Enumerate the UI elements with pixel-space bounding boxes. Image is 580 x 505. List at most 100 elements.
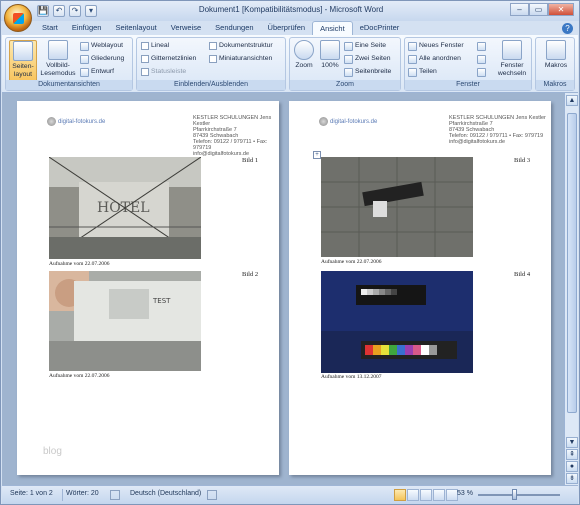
help-icon[interactable]: ? <box>562 23 573 34</box>
proofing-icon[interactable] <box>110 490 120 500</box>
lineal-checkbox[interactable]: Lineal <box>141 41 169 51</box>
previous-page-button[interactable]: ⇞ <box>566 449 578 460</box>
alle-anordnen-button[interactable]: Alle anordnen <box>408 54 461 64</box>
view-outline-icon[interactable] <box>433 489 445 501</box>
macro-record-icon[interactable] <box>207 490 217 500</box>
browse-object-button[interactable]: ● <box>566 461 578 472</box>
zoom-button[interactable]: Zoom <box>292 40 316 82</box>
photo-bild-2[interactable]: TEST <box>49 271 201 371</box>
seitenlayout-button[interactable]: Seiten- layout <box>9 40 37 82</box>
eine-seite-button[interactable]: Eine Seite <box>344 41 386 51</box>
view-web-layout-icon[interactable] <box>420 489 432 501</box>
scroll-down-button[interactable]: ▼ <box>566 437 578 448</box>
teilen-button[interactable]: Teilen <box>408 67 437 77</box>
seitenlayout-label-2: layout <box>13 71 33 78</box>
hundert-prozent-button[interactable]: 100% <box>318 40 342 82</box>
miniaturansichten-label: Miniaturansichten <box>219 55 273 62</box>
tab-start[interactable]: Start <box>35 21 65 35</box>
redo-icon[interactable]: ↷ <box>69 5 81 17</box>
close-button[interactable]: ✕ <box>548 3 574 16</box>
statusleiste-check[interactable] <box>141 68 149 76</box>
gitternetzlinien-check[interactable] <box>141 55 149 63</box>
view-full-screen-icon[interactable] <box>407 489 419 501</box>
side-by-side-button[interactable] <box>477 41 486 51</box>
fenster-wechseln-label-1: Fenster <box>500 62 524 69</box>
page-1: digital-fotokurs.de KESTLER SCHULUNGEN J… <box>17 101 279 475</box>
header-address: KESTLER SCHULUNGEN Jens Kestler Pfarrkir… <box>193 115 279 157</box>
weblayout-button[interactable]: Weblayout <box>80 41 123 51</box>
scrollbar-thumb[interactable] <box>567 113 577 413</box>
statusleiste-label: Statusleiste <box>151 68 187 75</box>
entwurf-button[interactable]: Entwurf <box>80 67 114 77</box>
zoom-slider[interactable] <box>478 494 560 496</box>
new-window-icon <box>408 41 417 51</box>
zoom-level[interactable]: 53 % <box>457 490 473 497</box>
miniaturansichten-check[interactable] <box>209 55 217 63</box>
bild-1-label: Bild 1 <box>242 157 259 164</box>
window-title: Dokument1 [Kompatibilitätsmodus] - Micro… <box>198 5 384 14</box>
dokumentstruktur-checkbox[interactable]: Dokumentstruktur <box>209 41 273 51</box>
bild-4-caption: Aufnahme vom 13.12.2007 <box>321 374 382 380</box>
group-label-fenster: Fenster <box>405 80 531 90</box>
arrange-all-icon <box>408 54 417 64</box>
lineal-check[interactable] <box>141 42 149 50</box>
reset-position-button[interactable] <box>477 67 486 77</box>
seitenbreite-label: Seitenbreite <box>355 68 392 75</box>
switch-windows-icon <box>502 40 522 60</box>
group-label-dokumentansichten: Dokumentansichten <box>6 80 132 90</box>
office-button[interactable] <box>4 4 32 32</box>
page-width-icon <box>344 67 353 77</box>
dokumentstruktur-label: Dokumentstruktur <box>219 42 273 49</box>
zoom-slider-knob[interactable] <box>512 489 517 500</box>
statusleiste-checkbox[interactable]: Statusleiste <box>141 67 186 77</box>
tab-seitenlayout[interactable]: Seitenlayout <box>108 21 163 35</box>
dokumentstruktur-check[interactable] <box>209 42 217 50</box>
window-controls: – ▭ ✕ <box>510 3 574 16</box>
photo-bild-1[interactable]: HOTEL <box>49 157 201 259</box>
sync-scroll-button[interactable] <box>477 54 486 64</box>
photo-bild-3[interactable] <box>321 157 473 257</box>
seitenbreite-button[interactable]: Seitenbreite <box>344 67 391 77</box>
gliederung-button[interactable]: Gliederung <box>80 54 124 64</box>
scroll-up-button[interactable]: ▲ <box>566 95 578 106</box>
vertical-scrollbar[interactable]: ▲ ▼ ⇞ ● ⇟ <box>564 93 578 485</box>
gitternetzlinien-checkbox[interactable]: Gitternetzlinien <box>141 54 196 64</box>
minimize-button[interactable]: – <box>510 3 529 16</box>
vollbild-lesemodus-button[interactable]: Vollbild- Lesemodus <box>40 40 76 82</box>
macros-icon <box>546 40 566 60</box>
tab-sendungen[interactable]: Sendungen <box>208 21 260 35</box>
fenster-wechseln-button[interactable]: Fenster wechseln <box>493 40 531 82</box>
makros-button[interactable]: Makros <box>540 40 572 82</box>
page-count[interactable]: Seite: 1 von 2 <box>10 490 53 497</box>
tab-verweise[interactable]: Verweise <box>164 21 208 35</box>
word-count[interactable]: Wörter: 20 <box>66 490 99 497</box>
next-page-button[interactable]: ⇟ <box>566 473 578 484</box>
bild-3-caption: Aufnahme vom 22.07.2006 <box>321 259 382 265</box>
view-print-layout-icon[interactable] <box>394 489 406 501</box>
group-zoom: Zoom 100% Eine Seite Zwei Seiten Seitenb… <box>289 37 401 91</box>
zwei-seiten-button[interactable]: Zwei Seiten <box>344 54 391 64</box>
tab-einfuegen[interactable]: Einfügen <box>65 21 109 35</box>
language[interactable]: Deutsch (Deutschland) <box>130 490 201 497</box>
teilen-label: Teilen <box>419 68 437 75</box>
undo-icon[interactable]: ↶ <box>53 5 65 17</box>
vollbild-label-2: Lesemodus <box>40 70 76 77</box>
svg-text:HOTEL: HOTEL <box>97 200 150 216</box>
save-icon[interactable]: 💾 <box>37 5 49 17</box>
table-move-handle-icon[interactable]: + <box>313 151 321 159</box>
camera-logo-icon <box>47 117 56 126</box>
photo-bild-4[interactable] <box>321 271 473 373</box>
group-label-zoom: Zoom <box>290 80 400 90</box>
miniaturansichten-checkbox[interactable]: Miniaturansichten <box>209 54 272 64</box>
group-makros: Makros Makros <box>535 37 575 91</box>
header-line-5: info@digitalfotokurs.de <box>193 151 250 157</box>
tab-ansicht[interactable]: Ansicht <box>312 21 353 35</box>
neues-fenster-button[interactable]: Neues Fenster <box>408 41 464 51</box>
header-line-1: KESTLER SCHULUNGEN Jens Kestler <box>193 115 272 127</box>
customize-dropdown-icon[interactable]: ▾ <box>85 5 97 17</box>
tab-ueberpruefen[interactable]: Überprüfen <box>261 21 313 35</box>
magnifier-icon <box>294 40 314 60</box>
header2-line-5: info@digitalfotokurs.de <box>449 139 506 145</box>
tab-edocprinter[interactable]: eDocPrinter <box>353 21 407 35</box>
maximize-button[interactable]: ▭ <box>529 3 548 16</box>
